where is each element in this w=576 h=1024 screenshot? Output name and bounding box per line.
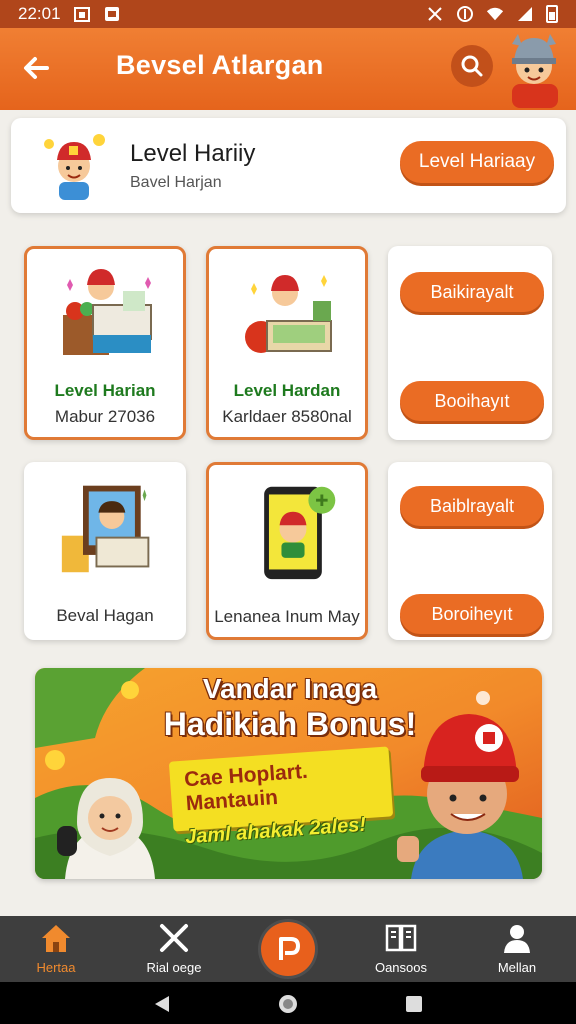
tile-subtitle: Mabur 27036 (54, 407, 156, 426)
back-button[interactable] (16, 48, 56, 88)
level-tile[interactable]: Beval Hagan (24, 462, 186, 640)
action-button[interactable]: Baiblrayalt (400, 486, 544, 526)
app-bar: Bevsel Atlargan (0, 28, 576, 110)
recents-square-icon[interactable] (403, 993, 425, 1015)
back-arrow-icon (24, 57, 49, 79)
status-time: 22:01 (18, 4, 61, 23)
system-navigation-bar (0, 982, 576, 1024)
vibrate-icon (426, 5, 444, 23)
banner-title: Vandar Inaga (202, 673, 378, 704)
tile-subtitle: Karldaer 8580nal (222, 407, 352, 426)
nav-label: Rial oege (146, 960, 202, 975)
level-tile[interactable]: Lenanea Inum May (206, 462, 368, 640)
phone-illustration (264, 486, 336, 580)
app-notification-icon (103, 5, 121, 23)
p-badge-icon (279, 937, 300, 960)
nav-tools[interactable]: Rial oege (124, 920, 224, 980)
page-title: Bevsel Atlargan (116, 50, 324, 80)
card-title: Level Hariiy (130, 140, 256, 167)
search-icon (461, 55, 483, 77)
calendar-notification-icon (73, 5, 91, 23)
action-button[interactable]: Boroiheyıt (400, 594, 544, 634)
home-circle-icon[interactable] (277, 993, 299, 1015)
daily-level-card: Level Hariiy Bavel Harjan Level Hariaay (11, 118, 566, 213)
nav-home[interactable]: Hertaa (6, 920, 106, 980)
tile-title: Level Harian (54, 381, 156, 400)
search-button[interactable] (451, 45, 493, 87)
status-bar: 22:01 (0, 0, 576, 28)
books-illustration (63, 269, 152, 355)
tile-title: Level Hardan (233, 381, 341, 400)
support-agent-illustration (57, 778, 155, 879)
study-books-illustration (245, 275, 332, 353)
back-triangle-icon[interactable] (151, 993, 173, 1015)
book-icon (385, 924, 417, 952)
action-card: Baiblrayalt Boroiheyıt (388, 462, 552, 640)
daily-level-button[interactable]: Level Hariaay (400, 141, 554, 183)
character-avatar (39, 130, 109, 200)
level-tile[interactable]: Level Hardan Karldaer 8580nal (206, 246, 368, 440)
person-icon (504, 925, 530, 953)
photo-frame-illustration (61, 485, 150, 573)
action-button[interactable]: Booihayıt (400, 381, 544, 421)
tile-caption: Lenanea Inum May (214, 607, 360, 626)
nav-profile[interactable]: Mellan (467, 920, 567, 980)
level-tile[interactable]: Level Harian Mabur 27036 (24, 246, 186, 440)
action-card: Baikirayalt Booihayıt (388, 246, 552, 440)
home-icon (42, 925, 70, 952)
banner-plate-text: Cae Hoplart. Mantauin (183, 760, 310, 817)
data-saver-icon (456, 5, 474, 23)
battery-icon (546, 5, 558, 23)
banner-headline: Hadikiah Bonus! (163, 706, 417, 742)
nav-books[interactable]: Oansoos (351, 920, 451, 980)
crossed-tools-icon (160, 924, 188, 952)
profile-avatar[interactable] (500, 30, 568, 108)
nav-label: Hertaa (36, 960, 76, 975)
bottom-navigation: Hertaa Rial oege Oansoos Mellan (0, 916, 576, 982)
nav-label: Oansoos (374, 960, 428, 975)
nav-label: Mellan (497, 960, 537, 975)
bonus-banner[interactable]: Vandar Inaga Hadikiah Bonus! Cae Hoplart… (35, 668, 542, 879)
wifi-icon (486, 5, 504, 23)
signal-icon (516, 5, 534, 23)
tile-caption: Beval Hagan (56, 606, 154, 625)
action-button[interactable]: Baikirayalt (400, 272, 544, 312)
nav-center-button[interactable] (261, 922, 315, 976)
card-subtitle: Bavel Harjan (130, 174, 222, 191)
